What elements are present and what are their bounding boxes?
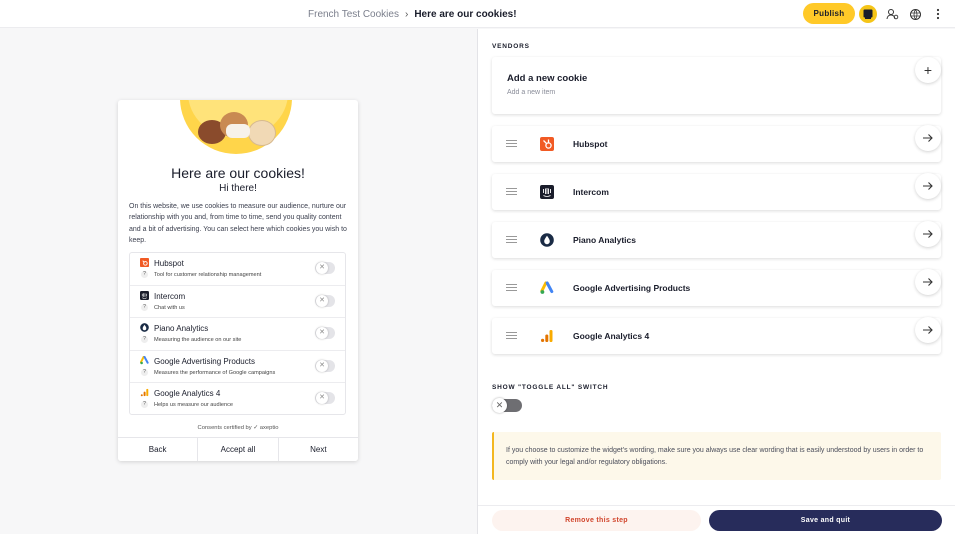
toggle-all-section-title: SHOW "TOGGLE ALL" SWITCH <box>492 384 609 391</box>
widget-vendor-description: Chat with us <box>154 304 185 311</box>
help-icon[interactable]: ? <box>141 368 148 376</box>
help-icon[interactable]: ? <box>141 401 148 409</box>
vendor-name: Intercom <box>573 187 609 197</box>
widget-vendor-item: Google Analytics 4 ? Helps us measure ou… <box>130 383 345 416</box>
help-icon[interactable]: ? <box>141 336 148 344</box>
add-cookie-subtitle: Add a new item <box>507 89 556 96</box>
add-cookie-card[interactable]: Add a new cookie Add a new item + <box>492 57 941 114</box>
arrow-right-icon[interactable] <box>915 221 941 247</box>
vendor-name: Google Analytics 4 <box>573 331 650 341</box>
drag-handle-icon[interactable] <box>506 140 517 147</box>
toggle-off-icon: ✕ <box>316 294 328 307</box>
drag-handle-icon[interactable] <box>506 236 517 243</box>
widget-vendor-item: Intercom ? Chat with us ✕ <box>130 286 345 319</box>
google-analytics-logo-icon <box>140 389 149 397</box>
breadcrumb: French Test Cookies › Here are our cooki… <box>308 9 517 20</box>
widget-vendor-item: Hubspot ? Tool for customer relationship… <box>130 253 345 286</box>
back-button[interactable]: Back <box>118 438 199 461</box>
vendor-name: Piano Analytics <box>573 235 636 245</box>
widget-preview-icon[interactable] <box>859 5 877 23</box>
widget-subtitle: Hi there! <box>219 183 257 194</box>
next-button[interactable]: Next <box>278 438 358 461</box>
toggle-off-icon: ✕ <box>316 327 328 340</box>
vendor-name: Hubspot <box>573 139 608 149</box>
intercom-logo-icon <box>540 185 554 199</box>
vendor-consent-toggle[interactable]: ✕ <box>315 327 335 340</box>
plus-icon[interactable]: + <box>915 57 941 83</box>
widget-vendor-name: Hubspot <box>154 259 184 268</box>
vendor-consent-toggle[interactable]: ✕ <box>315 359 335 372</box>
save-and-quit-button[interactable]: Save and quit <box>709 510 942 531</box>
accept-all-button[interactable]: Accept all <box>198 438 279 461</box>
toggle-off-icon: ✕ <box>316 262 328 274</box>
cookie-widget-preview: Here are our cookies! Hi there! On this … <box>118 100 358 461</box>
arrow-right-icon[interactable] <box>915 173 941 199</box>
consent-certification: Consents certified by ✓ axeptio <box>197 425 279 431</box>
toggle-off-icon: ✕ <box>316 359 328 372</box>
widget-vendor-item: Piano Analytics ? Measuring the audience… <box>130 318 345 351</box>
vendor-name: Google Advertising Products <box>573 283 691 293</box>
google-ads-logo-icon <box>540 281 554 294</box>
breadcrumb-current: Here are our cookies! <box>414 9 517 20</box>
help-icon[interactable]: ? <box>141 303 148 311</box>
vendor-row[interactable]: Google Analytics 4 <box>492 317 941 354</box>
widget-vendor-description: Measures the performance of Google campa… <box>154 369 276 376</box>
drag-handle-icon[interactable] <box>506 284 517 291</box>
widget-footer: Back Accept all Next <box>118 437 358 461</box>
google-analytics-logo-icon <box>541 330 553 342</box>
widget-vendor-item: Google Advertising Products ? Measures t… <box>130 351 345 384</box>
warning-note-text: If you choose to customize the widget's … <box>506 447 924 466</box>
widget-vendor-name: Google Analytics 4 <box>154 389 221 399</box>
vendors-section-title: VENDORS <box>492 43 530 50</box>
toggle-off-icon: ✕ <box>316 392 328 405</box>
top-bar: French Test Cookies › Here are our cooki… <box>0 0 955 28</box>
toggle-off-icon: ✕ <box>492 398 507 413</box>
drag-handle-icon[interactable] <box>506 332 517 339</box>
widget-vendor-name: Google Advertising Products <box>154 356 255 366</box>
hubspot-logo-icon <box>140 258 149 267</box>
toggle-all-switch[interactable]: ✕ <box>492 398 522 413</box>
vendor-consent-toggle[interactable]: ✕ <box>315 392 335 405</box>
remove-step-button[interactable]: Remove this step <box>492 510 701 531</box>
vendor-row[interactable]: Intercom <box>492 173 941 210</box>
hubspot-logo-icon <box>540 137 554 151</box>
vendor-row[interactable]: Hubspot <box>492 125 941 162</box>
arrow-right-icon[interactable] <box>915 269 941 295</box>
piano-logo-icon <box>540 233 554 247</box>
widget-vendor-description: Tool for customer relationship managemen… <box>154 272 262 278</box>
widget-title: Here are our cookies! <box>171 165 305 181</box>
widget-vendor-name: Piano Analytics <box>154 324 209 334</box>
drag-handle-icon[interactable] <box>506 188 517 195</box>
breadcrumb-separator: › <box>404 9 409 20</box>
arrow-right-icon[interactable] <box>915 125 941 151</box>
widget-vendor-description: Measuring the audience on our site <box>154 337 242 344</box>
google-ads-logo-icon <box>140 355 149 365</box>
publish-button[interactable]: Publish <box>803 3 855 24</box>
add-cookie-title: Add a new cookie <box>507 73 588 84</box>
panel-footer: Remove this step Save and quit <box>478 505 955 534</box>
wording-warning-note: If you choose to customize the widget's … <box>492 432 941 480</box>
breadcrumb-parent[interactable]: French Test Cookies <box>308 9 399 20</box>
intercom-logo-icon <box>140 290 149 300</box>
more-options-icon[interactable] <box>929 5 947 23</box>
settings-panel: VENDORS Add a new cookie Add a new item … <box>478 29 955 534</box>
vendor-row[interactable]: Piano Analytics <box>492 221 941 258</box>
widget-vendor-description: Helps us measure our audience <box>154 402 233 409</box>
user-settings-icon[interactable] <box>883 5 901 23</box>
piano-logo-icon <box>140 323 149 333</box>
help-icon[interactable]: ? <box>141 271 148 278</box>
widget-vendor-name: Intercom <box>154 291 186 301</box>
vendor-consent-toggle[interactable]: ✕ <box>315 262 335 274</box>
widget-vendor-list: Hubspot ? Tool for customer relationship… <box>129 252 346 415</box>
widget-description: On this website, we use cookies to measu… <box>129 203 347 244</box>
language-globe-icon[interactable] <box>906 5 924 23</box>
arrow-right-icon[interactable] <box>915 317 941 343</box>
vendor-row[interactable]: Google Advertising Products <box>492 269 941 306</box>
vendor-consent-toggle[interactable]: ✕ <box>315 294 335 307</box>
